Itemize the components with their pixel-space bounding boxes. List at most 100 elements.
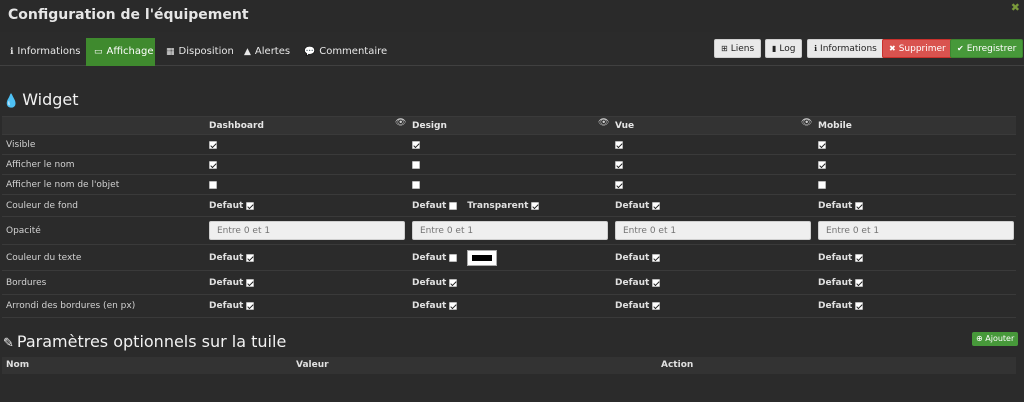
monitor-icon: ▭ — [94, 47, 103, 57]
fond-design-defaut-checkbox[interactable] — [449, 201, 458, 210]
texte-dashboard-defaut-checkbox[interactable] — [246, 253, 255, 262]
objet-vue-checkbox[interactable] — [615, 180, 623, 189]
bordures-mobile-defaut-checkbox[interactable] — [855, 278, 864, 287]
row-label: Visible — [6, 139, 36, 150]
informations-button[interactable]: ℹ Informations — [807, 39, 884, 58]
visible-vue-checkbox[interactable] — [615, 140, 623, 149]
button-label: Ajouter — [985, 334, 1015, 343]
tab-commentaire[interactable]: 💬 Commentaire — [296, 38, 395, 66]
objet-design-checkbox[interactable] — [412, 180, 420, 189]
row-label: Bordures — [6, 277, 47, 288]
defaut-label: Defaut — [209, 301, 244, 311]
row-bordures: Bordures Defaut Defaut Defaut Defaut — [2, 270, 1016, 294]
visible-mobile-checkbox[interactable] — [818, 140, 826, 149]
arrondi-vue-defaut-checkbox[interactable] — [652, 302, 661, 310]
eye-icon[interactable]: 👁 — [395, 118, 406, 128]
button-label: Supprimer — [898, 44, 946, 54]
texte-vue-defaut-checkbox[interactable] — [652, 253, 661, 262]
modal-titlebar: Configuration de l'équipement ✖ — [0, 0, 1024, 32]
tab-disposition[interactable]: ▦ Disposition — [158, 38, 242, 66]
widget-table-header: Dashboard 👁 Design 👁 Vue 👁 Mobile — [2, 116, 1016, 134]
opacite-mobile-input[interactable] — [818, 221, 1014, 240]
enregistrer-button[interactable]: ✔ Enregistrer — [950, 39, 1024, 58]
defaut-label: Defaut — [615, 277, 650, 288]
row-label: Arrondi des bordures (en px) — [6, 301, 136, 311]
optional-table-header: Nom Valeur Action — [2, 357, 1016, 374]
arrondi-dashboard-defaut-checkbox[interactable] — [246, 302, 255, 310]
modal-title: Configuration de l'équipement — [8, 7, 249, 23]
info-icon: ℹ — [814, 44, 818, 53]
eye-icon[interactable]: 👁 — [598, 118, 609, 128]
defaut-label: Defaut — [818, 252, 853, 263]
bordures-vue-defaut-checkbox[interactable] — [652, 278, 661, 287]
ajouter-button[interactable]: ⊕ Ajouter — [972, 332, 1019, 346]
optional-section-title: ✎ Paramètres optionnels sur la tuile — [3, 332, 286, 351]
fond-design-transparent-checkbox[interactable] — [531, 201, 540, 210]
texte-mobile-defaut-checkbox[interactable] — [855, 253, 864, 262]
defaut-label: Defaut — [818, 301, 853, 311]
info-circle-icon: ℹ — [10, 47, 14, 57]
column-header-vue: Vue — [615, 120, 635, 131]
tab-alertes[interactable]: ▲ Alertes — [236, 38, 298, 66]
edit-icon: ✎ — [3, 336, 14, 351]
log-button[interactable]: ▮ Log — [765, 39, 803, 58]
defaut-label: Defaut — [209, 200, 244, 211]
row-afficher-nom: Afficher le nom — [2, 154, 1016, 174]
texte-design-defaut-checkbox[interactable] — [449, 253, 458, 262]
nom-dashboard-checkbox[interactable] — [209, 160, 217, 169]
defaut-label: Defaut — [209, 252, 244, 263]
tab-informations[interactable]: ℹ Informations — [2, 38, 89, 66]
fond-dashboard-defaut-checkbox[interactable] — [246, 201, 255, 210]
column-header-nom: Nom — [6, 360, 30, 370]
nom-mobile-checkbox[interactable] — [818, 160, 826, 169]
color-picker-swatch[interactable] — [467, 249, 498, 266]
column-header-action: Action — [661, 360, 694, 370]
defaut-label: Defaut — [615, 301, 650, 311]
supprimer-button[interactable]: ✖ Supprimer — [882, 39, 953, 58]
defaut-label: Defaut — [412, 277, 447, 288]
row-opacite: Opacité — [2, 216, 1016, 244]
tab-label: Alertes — [254, 46, 291, 57]
opacite-vue-input[interactable] — [615, 221, 811, 240]
arrondi-design-defaut-checkbox[interactable] — [449, 302, 458, 310]
row-label: Opacité — [6, 225, 41, 236]
tab-label: Affichage — [106, 46, 154, 57]
tab-label: Informations — [17, 46, 81, 57]
tint-icon: 💧 — [3, 94, 20, 109]
times-icon: ✖ — [889, 44, 896, 53]
file-icon: ▮ — [772, 44, 777, 53]
button-label: Liens — [730, 44, 755, 54]
objet-mobile-checkbox[interactable] — [818, 180, 826, 189]
column-header-mobile: Mobile — [818, 120, 852, 131]
opacite-design-input[interactable] — [412, 221, 608, 240]
opacite-dashboard-input[interactable] — [209, 221, 405, 240]
row-couleur-fond: Couleur de fond Defaut Defaut Transparen… — [2, 194, 1016, 216]
row-label: Afficher le nom — [6, 159, 75, 170]
defaut-label: Defaut — [412, 301, 447, 311]
sitemap-icon: ⊞ — [721, 44, 728, 53]
tab-label: Commentaire — [319, 46, 388, 57]
fond-mobile-defaut-checkbox[interactable] — [855, 201, 864, 210]
nom-design-checkbox[interactable] — [412, 160, 420, 169]
widget-section-title: 💧 Widget — [3, 90, 79, 109]
defaut-label: Defaut — [818, 277, 853, 288]
visible-design-checkbox[interactable] — [412, 140, 420, 149]
fond-vue-defaut-checkbox[interactable] — [652, 201, 661, 210]
defaut-label: Defaut — [412, 200, 447, 211]
close-icon[interactable]: ✖ — [1011, 1, 1020, 14]
eye-icon[interactable]: 👁 — [801, 118, 812, 128]
liens-button[interactable]: ⊞ Liens — [714, 39, 762, 58]
defaut-label: Defaut — [412, 252, 447, 263]
row-visible: Visible — [2, 134, 1016, 154]
nom-vue-checkbox[interactable] — [615, 160, 623, 169]
bordures-dashboard-defaut-checkbox[interactable] — [246, 278, 255, 287]
column-header-dashboard: Dashboard — [209, 120, 264, 131]
button-label: Log — [779, 44, 796, 54]
visible-dashboard-checkbox[interactable] — [209, 140, 217, 149]
bordures-design-defaut-checkbox[interactable] — [449, 278, 458, 287]
row-afficher-nom-objet: Afficher le nom de l'objet — [2, 174, 1016, 194]
tab-affichage[interactable]: ▭ Affichage — [86, 38, 155, 66]
objet-dashboard-checkbox[interactable] — [209, 180, 217, 189]
arrondi-mobile-defaut-checkbox[interactable] — [855, 302, 864, 310]
row-label: Afficher le nom de l'objet — [6, 179, 120, 190]
